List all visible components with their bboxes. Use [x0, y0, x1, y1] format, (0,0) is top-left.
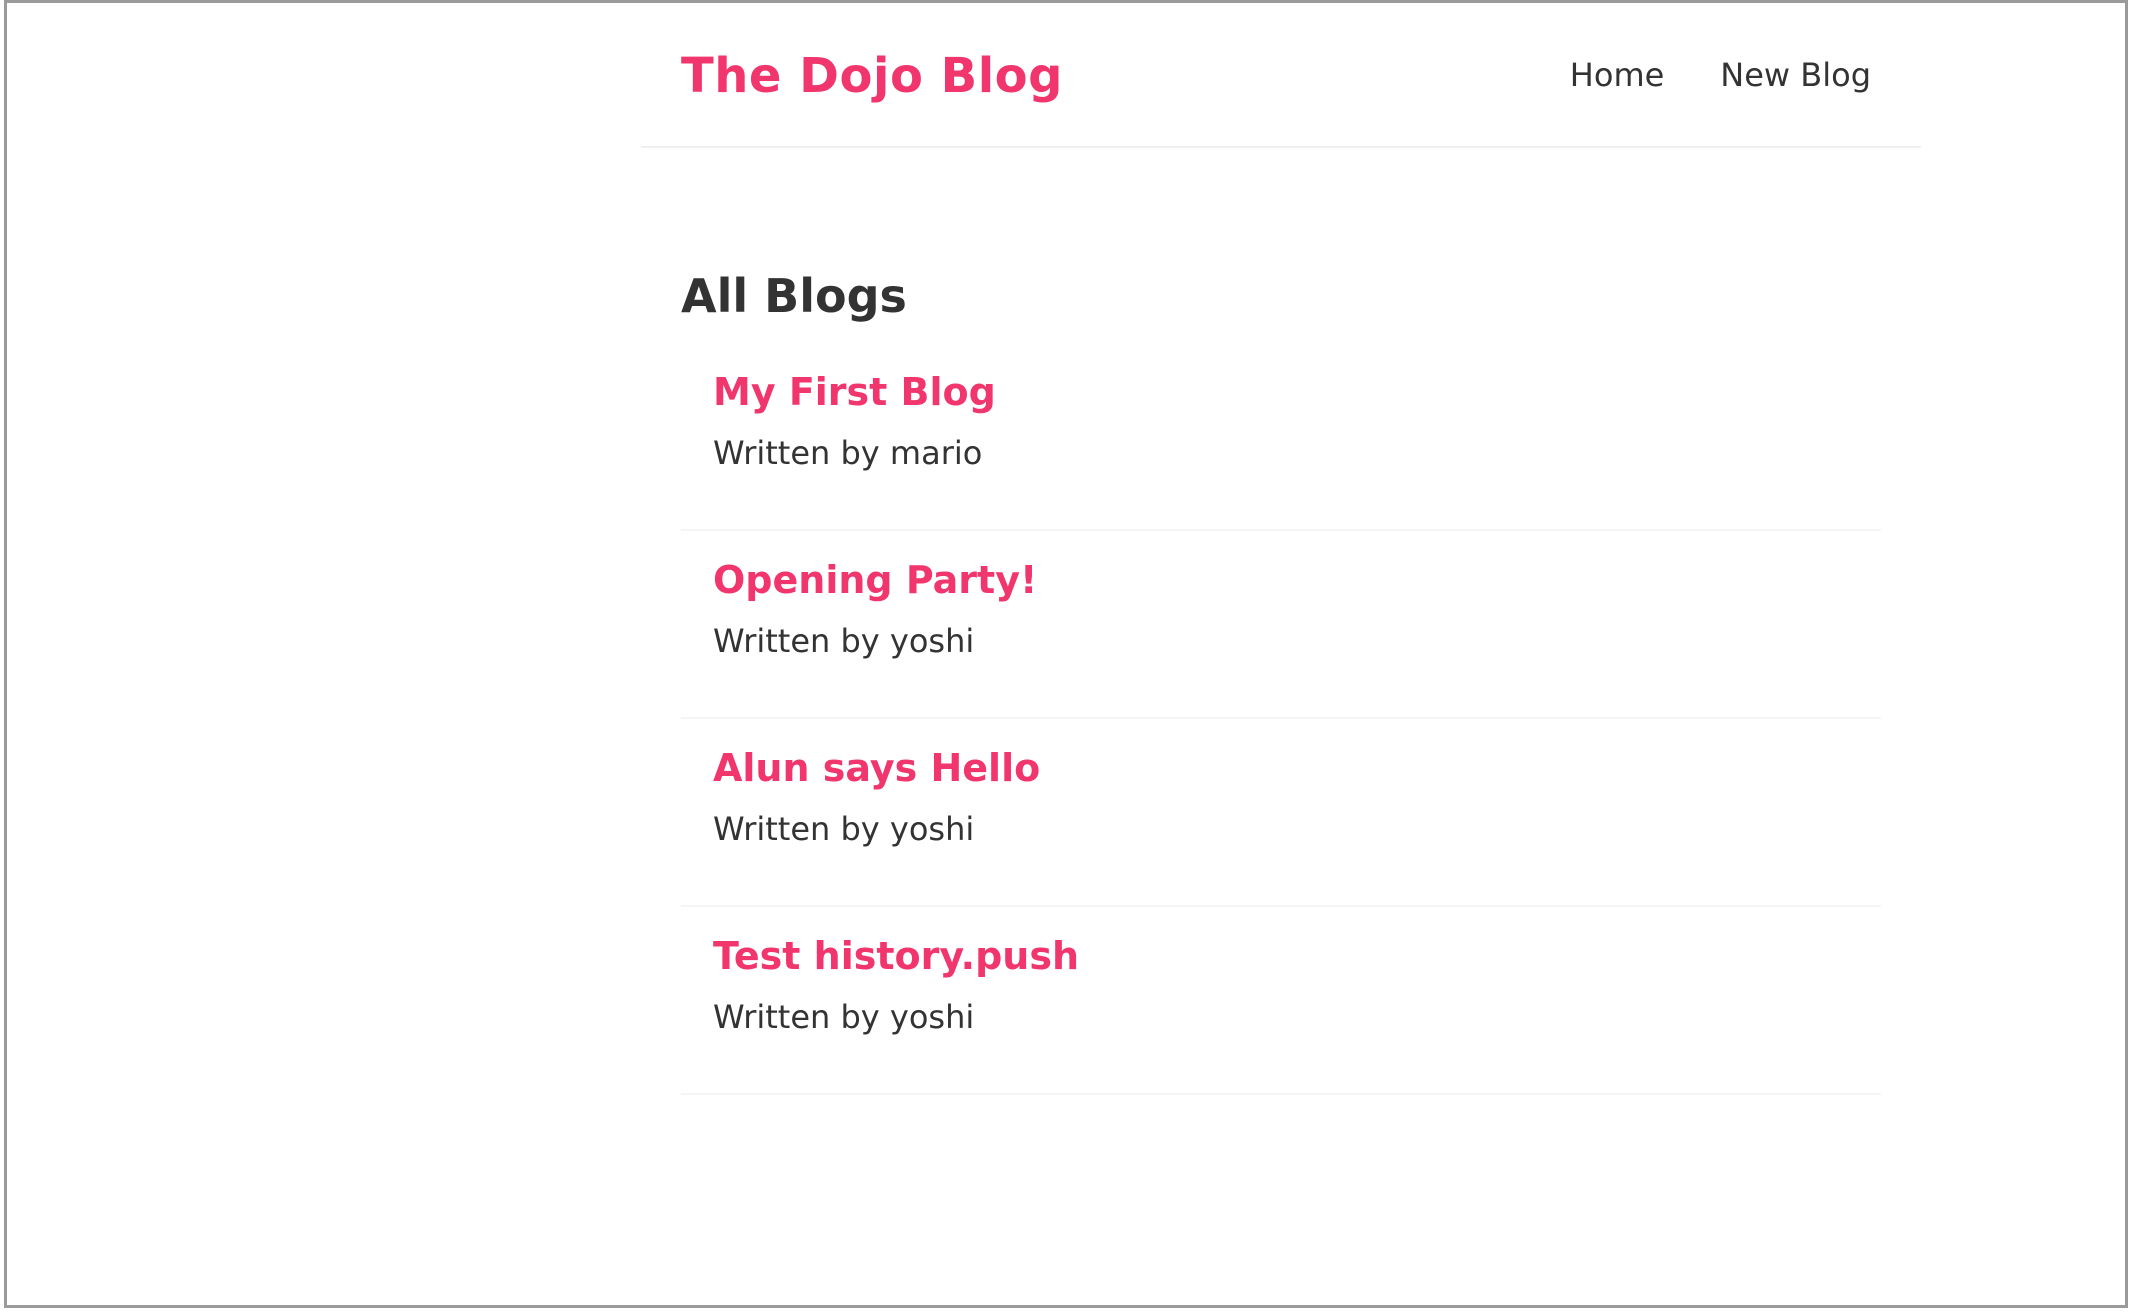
blog-preview-item[interactable]: Alun says Hello Written by yoshi [681, 721, 1881, 907]
site-title[interactable]: The Dojo Blog [681, 43, 1063, 109]
nav-links: Home New Blog [1570, 53, 1871, 97]
page-container: The Dojo Blog Home New Blog All Blogs My… [641, 3, 1921, 1095]
browser-viewport: The Dojo Blog Home New Blog All Blogs My… [4, 0, 2128, 1308]
blog-title[interactable]: Test history.push [713, 909, 1849, 981]
blog-author: Written by yoshi [713, 998, 975, 1036]
blog-title[interactable]: Alun says Hello [713, 721, 1849, 793]
nav-link-new-blog[interactable]: New Blog [1720, 53, 1871, 97]
blog-title[interactable]: My First Blog [713, 345, 1849, 417]
blog-list: My First Blog Written by mario Opening P… [681, 345, 1881, 1095]
blog-preview-item[interactable]: Opening Party! Written by yoshi [681, 533, 1881, 719]
blog-title[interactable]: Opening Party! [713, 533, 1849, 605]
blog-preview-item[interactable]: Test history.push Written by yoshi [681, 909, 1881, 1095]
page-title: All Blogs [681, 269, 907, 323]
nav-link-home[interactable]: Home [1570, 53, 1665, 97]
blog-preview-item[interactable]: My First Blog Written by mario [681, 345, 1881, 531]
home-content: All Blogs My First Blog Written by mario… [681, 265, 1881, 1097]
blog-author: Written by yoshi [713, 622, 975, 660]
blog-author: Written by yoshi [713, 810, 975, 848]
navbar: The Dojo Blog Home New Blog [641, 3, 1921, 148]
blog-author: Written by mario [713, 434, 983, 472]
